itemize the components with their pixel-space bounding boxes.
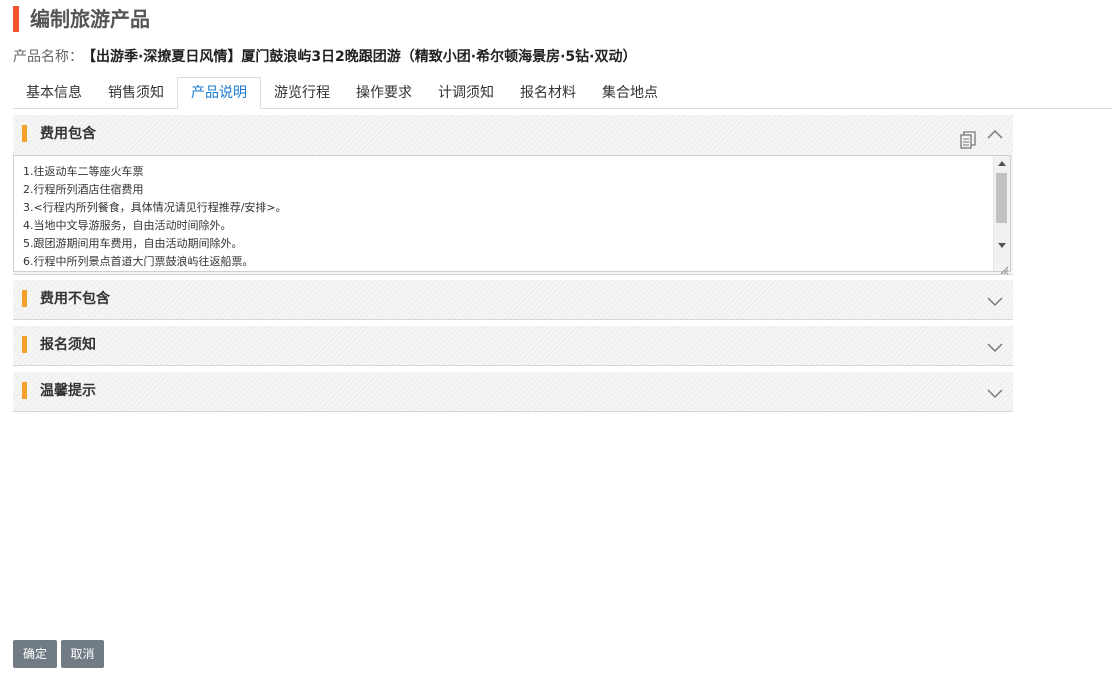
- section-title: 费用不包含: [40, 291, 110, 307]
- section-header-signup-notice[interactable]: 报名须知: [13, 326, 1013, 365]
- product-name-row: 产品名称： 【出游季·深撩夏日风情】厦门鼓浪屿3日2晚跟团游（精致小团·希尔顿海景…: [13, 47, 637, 67]
- section-marker: [22, 382, 27, 399]
- product-name-value: 【出游季·深撩夏日风情】厦门鼓浪屿3日2晚跟团游（精致小团·希尔顿海景房·5钻·…: [89, 49, 637, 65]
- section-header-fee-included[interactable]: 费用包含: [13, 115, 1013, 154]
- vertical-scrollbar[interactable]: [993, 156, 1010, 271]
- resize-handle-icon[interactable]: [999, 260, 1009, 275]
- cancel-button[interactable]: 取消: [61, 640, 104, 668]
- section-title: 温馨提示: [40, 383, 96, 399]
- section-marker: [22, 336, 27, 353]
- product-name-label: 产品名称：: [13, 49, 83, 65]
- section-title: 报名须知: [40, 337, 96, 353]
- section-warm-tips[interactable]: 温馨提示: [13, 372, 1013, 412]
- tab-operation-requirements[interactable]: 操作要求: [343, 77, 425, 108]
- fee-included-text: 1.往返动车二等座火车票 2.行程所列酒店住宿费用 3.<行程内所列餐食，具体情…: [23, 163, 988, 269]
- tab-meeting-point[interactable]: 集合地点: [589, 77, 671, 108]
- scroll-down-arrow-icon[interactable]: [998, 243, 1006, 248]
- section-signup-notice[interactable]: 报名须知: [13, 326, 1013, 366]
- text-line: 6.行程中所列景点首道大门票鼓浪屿往返船票。: [23, 255, 254, 268]
- text-line: 5.跟团游期间用车费用，自由活动期间除外。: [23, 237, 243, 250]
- tab-basic-info[interactable]: 基本信息: [13, 77, 95, 108]
- scroll-up-arrow-icon[interactable]: [998, 161, 1006, 166]
- text-line: 4.当地中文导游服务，自由活动时间除外。: [23, 219, 232, 232]
- chevron-down-icon[interactable]: [987, 293, 1003, 309]
- section-marker: [22, 125, 27, 142]
- text-line: 1.往返动车二等座火车票: [23, 165, 144, 178]
- chevron-down-icon[interactable]: [987, 385, 1003, 401]
- section-marker: [22, 290, 27, 307]
- section-title: 费用包含: [40, 126, 96, 142]
- page-title: 编制旅游产品: [13, 6, 150, 32]
- section-fee-excluded[interactable]: 费用不包含: [13, 280, 1013, 320]
- section-header-warm-tips[interactable]: 温馨提示: [13, 372, 1013, 411]
- tab-sales-notice[interactable]: 销售须知: [95, 77, 177, 108]
- section-fee-included: 费用包含 1.往返动车二等座火车票 2.行程所列酒店住宿费用 3.<行程内所列餐…: [13, 115, 1013, 275]
- tab-dispatch-notes[interactable]: 计调须知: [425, 77, 507, 108]
- chevron-up-icon[interactable]: [987, 127, 1003, 143]
- section-header-fee-excluded[interactable]: 费用不包含: [13, 280, 1013, 319]
- text-line: 2.行程所列酒店住宿费用: [23, 183, 144, 196]
- tab-itinerary[interactable]: 游览行程: [261, 77, 343, 108]
- tab-product-description[interactable]: 产品说明: [177, 77, 261, 109]
- tab-signup-materials[interactable]: 报名材料: [507, 77, 589, 108]
- fee-included-textarea[interactable]: 1.往返动车二等座火车票 2.行程所列酒店住宿费用 3.<行程内所列餐食，具体情…: [13, 155, 1011, 275]
- scrollbar-thumb[interactable]: [996, 173, 1007, 223]
- chevron-down-icon[interactable]: [987, 339, 1003, 355]
- text-line: 3.<行程内所列餐食，具体情况请见行程推荐/安排>。: [23, 201, 287, 214]
- copy-icon[interactable]: [960, 131, 976, 149]
- confirm-button[interactable]: 确定: [13, 640, 57, 668]
- tab-bar: 基本信息 销售须知 产品说明 游览行程 操作要求 计调须知 报名材料 集合地点: [13, 77, 1112, 109]
